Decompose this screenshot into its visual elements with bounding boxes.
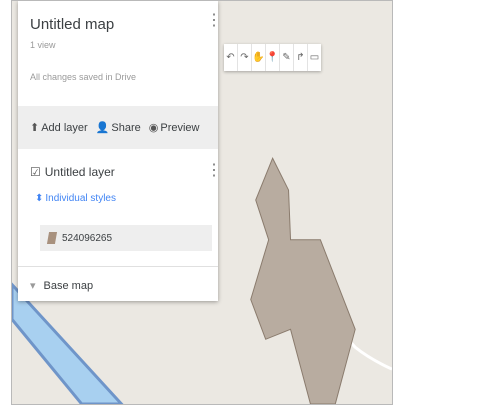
add-layer-label: Add layer: [41, 121, 88, 134]
base-map-label: Base map: [43, 279, 94, 292]
feature-item[interactable]: 524096265: [40, 225, 212, 251]
preview-label: Preview: [160, 121, 200, 134]
redo-icon: ↷: [240, 52, 249, 63]
layer-options-kebab-icon[interactable]: ⋮: [206, 163, 222, 179]
map-options-kebab-icon[interactable]: ⋮: [206, 13, 222, 29]
map-toolbar: ↶ ↷ ✋ 📍 ✎ ↱ ▭: [224, 44, 321, 71]
undo-icon: ↶: [226, 52, 235, 63]
draw-line-icon: ✎: [282, 52, 291, 63]
panel-actions: ⬆ Add layer 👤 Share ◉ Preview: [18, 106, 218, 149]
hand-icon: ✋: [252, 52, 265, 63]
share-label: Share: [111, 121, 141, 134]
expand-arrow-icon: ▾: [30, 280, 36, 292]
base-map-toggle[interactable]: ▾ Base map: [30, 279, 94, 293]
hand-button[interactable]: ✋: [252, 44, 266, 71]
marker-button[interactable]: 📍: [266, 44, 280, 71]
map-frame: ↶ ↷ ✋ 📍 ✎ ↱ ▭ Untitled map ⋮ 1 view All change…: [11, 0, 393, 405]
add-layer-button[interactable]: ⬆ Add layer: [30, 121, 88, 135]
individual-styles-label: Individual styles: [45, 193, 116, 204]
map-panel: Untitled map ⋮ 1 view All changes saved …: [18, 1, 222, 301]
ruler-icon: ▭: [309, 52, 320, 63]
preview-eye-icon: ◉: [148, 122, 159, 134]
divider: [18, 266, 218, 267]
redo-button[interactable]: ↷: [238, 44, 252, 71]
directions-button[interactable]: ↱: [294, 44, 308, 71]
individual-styles-link[interactable]: ⬍ Individual styles: [35, 193, 116, 204]
layer-header[interactable]: ☑ Untitled layer: [30, 165, 115, 179]
directions-icon: ↱: [296, 52, 305, 63]
map-view-count: 1 view: [30, 40, 56, 50]
marker-icon: 📍: [266, 52, 279, 63]
add-layer-icon: ⬆: [30, 122, 40, 134]
preview-button[interactable]: ◉ Preview: [148, 121, 200, 135]
share-person-icon: 👤: [95, 122, 110, 134]
layer-name[interactable]: Untitled layer: [45, 165, 115, 179]
undo-button[interactable]: ↶: [224, 44, 238, 71]
save-status: All changes saved in Drive: [30, 72, 137, 82]
ruler-button[interactable]: ▭: [308, 44, 321, 71]
draw-line-button[interactable]: ✎: [280, 44, 294, 71]
polygon-swatch-icon: [46, 232, 58, 244]
layer-visibility-checkbox[interactable]: ☑: [30, 165, 41, 179]
share-button[interactable]: 👤 Share: [95, 121, 141, 135]
feature-name: 524096265: [62, 232, 113, 244]
paint-roller-icon: ⬍: [35, 193, 44, 204]
map-title[interactable]: Untitled map: [30, 16, 114, 33]
